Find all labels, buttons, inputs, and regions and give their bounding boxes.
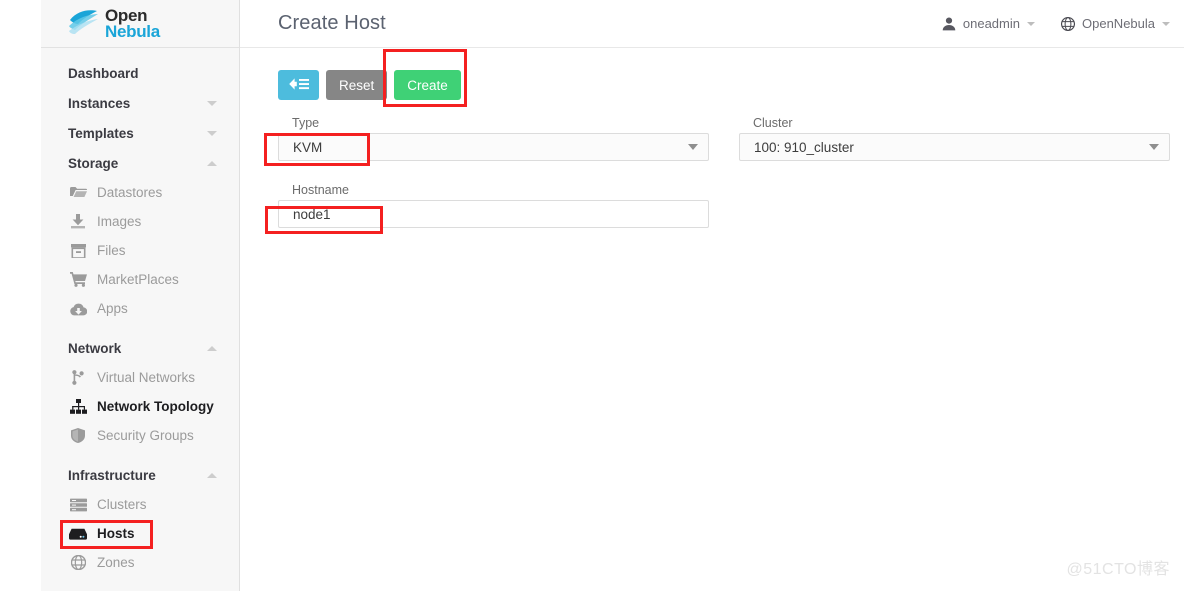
cluster-select-value: 100: 910_cluster — [754, 139, 854, 155]
sidebar: Open Nebula Dashboard Instances Template… — [41, 0, 240, 591]
server-stack-icon — [68, 497, 88, 513]
back-button[interactable] — [278, 70, 319, 100]
type-select-value: KVM — [293, 139, 323, 155]
user-menu[interactable]: oneadmin — [942, 16, 1035, 31]
top-bar-right: oneadmin OpenNebula — [942, 16, 1170, 31]
opennebula-swoosh-icon — [67, 9, 101, 39]
sidebar-item-network[interactable]: Network — [41, 333, 239, 363]
sidebar-item-label: Infrastructure — [68, 467, 156, 483]
hard-drive-icon — [68, 526, 88, 542]
page-title: Create Host — [278, 12, 386, 34]
sidebar-item-label: MarketPlaces — [97, 272, 179, 287]
archive-box-icon — [68, 243, 88, 259]
sidebar-item-instances[interactable]: Instances — [41, 88, 239, 118]
sidebar-item-apps[interactable]: Apps — [41, 294, 239, 323]
sidebar-item-label: Hosts — [97, 526, 135, 541]
sitemap-icon — [68, 399, 88, 415]
main-area: Create Host oneadmin OpenNebula Reset Cr… — [240, 0, 1184, 591]
sidebar-item-templates[interactable]: Templates — [41, 118, 239, 148]
chevron-up-icon — [207, 345, 217, 351]
cluster-select[interactable]: 100: 910_cluster — [739, 133, 1170, 161]
type-label: Type — [292, 116, 320, 130]
hostname-label: Hostname — [292, 183, 349, 197]
sidebar-item-label: Dashboard — [68, 65, 139, 81]
zone-menu[interactable]: OpenNebula — [1061, 16, 1170, 31]
cluster-label: Cluster — [753, 116, 793, 130]
shopping-cart-icon — [68, 272, 88, 288]
sidebar-item-clusters[interactable]: Clusters — [41, 490, 239, 519]
sidebar-item-label: Security Groups — [97, 428, 194, 443]
sidebar-item-label: Network — [68, 340, 122, 356]
form-toolbar: Reset Create — [240, 70, 1184, 100]
sidebar-item-datastores[interactable]: Datastores — [41, 178, 239, 207]
sidebar-item-virtual-networks[interactable]: Virtual Networks — [41, 363, 239, 392]
cloud-download-icon — [68, 301, 88, 317]
brand-logo[interactable]: Open Nebula — [41, 0, 239, 48]
create-button[interactable]: Create — [394, 70, 461, 100]
chevron-down-icon — [207, 100, 217, 106]
chevron-down-icon — [1162, 21, 1170, 26]
sidebar-item-zones[interactable]: Zones — [41, 548, 239, 577]
sidebar-item-dashboard[interactable]: Dashboard — [41, 58, 239, 88]
chevron-down-icon — [1149, 144, 1159, 150]
type-select[interactable]: KVM — [278, 133, 709, 161]
hostname-input[interactable]: node1 — [278, 200, 709, 228]
sidebar-item-label: Files — [97, 243, 126, 258]
left-gutter — [0, 0, 41, 591]
sidebar-item-label: Storage — [68, 155, 119, 171]
folder-icon — [68, 185, 88, 201]
reset-button[interactable]: Reset — [326, 70, 388, 100]
sidebar-item-label: Datastores — [97, 185, 163, 200]
chevron-down-icon — [688, 144, 698, 150]
globe-icon — [68, 555, 88, 571]
host-form: Type KVM Hostname node1 Cluster 100: 910… — [240, 116, 1184, 228]
chevron-down-icon — [1027, 21, 1035, 26]
top-bar: Create Host oneadmin OpenNebula — [240, 0, 1184, 48]
sidebar-item-label: Network Topology — [97, 399, 214, 414]
sidebar-item-label: Clusters — [97, 497, 147, 512]
form-column-right: Cluster 100: 910_cluster — [739, 116, 1170, 228]
watermark: @51CTO博客 — [1066, 561, 1170, 578]
user-icon — [942, 17, 956, 31]
sidebar-item-hosts[interactable]: Hosts — [41, 519, 239, 548]
user-menu-label: oneadmin — [962, 16, 1020, 31]
hostname-input-value: node1 — [293, 206, 331, 222]
sidebar-item-label: Virtual Networks — [97, 370, 196, 385]
sidebar-nav: Dashboard Instances Templates Storage Da… — [41, 48, 239, 577]
sidebar-item-security-groups[interactable]: Security Groups — [41, 421, 239, 450]
chevron-down-icon — [207, 130, 217, 136]
sidebar-item-images[interactable]: Images — [41, 207, 239, 236]
form-column-left: Type KVM Hostname node1 — [278, 116, 709, 228]
sidebar-item-storage[interactable]: Storage — [41, 148, 239, 178]
arrow-left-list-icon — [288, 77, 310, 94]
logo-text-nebula: Nebula — [105, 21, 160, 41]
sidebar-item-network-topology[interactable]: Network Topology — [41, 392, 239, 421]
sidebar-item-label: Zones — [97, 555, 135, 570]
code-branch-icon — [68, 370, 88, 386]
sidebar-item-label: Images — [97, 214, 142, 229]
zone-menu-label: OpenNebula — [1082, 16, 1155, 31]
sidebar-item-files[interactable]: Files — [41, 236, 239, 265]
globe-icon — [1061, 16, 1075, 31]
download-icon — [68, 214, 88, 230]
sidebar-item-label: Templates — [68, 125, 134, 141]
sidebar-item-label: Apps — [97, 301, 128, 316]
shield-icon — [68, 428, 88, 444]
sidebar-item-infrastructure[interactable]: Infrastructure — [41, 460, 239, 490]
chevron-up-icon — [207, 160, 217, 166]
sidebar-item-marketplaces[interactable]: MarketPlaces — [41, 265, 239, 294]
sidebar-item-label: Instances — [68, 95, 131, 111]
chevron-up-icon — [207, 472, 217, 478]
content-area: Reset Create Type KVM Hostname node1 Clu… — [240, 48, 1184, 591]
app-root: Open Nebula Dashboard Instances Template… — [0, 0, 1184, 591]
